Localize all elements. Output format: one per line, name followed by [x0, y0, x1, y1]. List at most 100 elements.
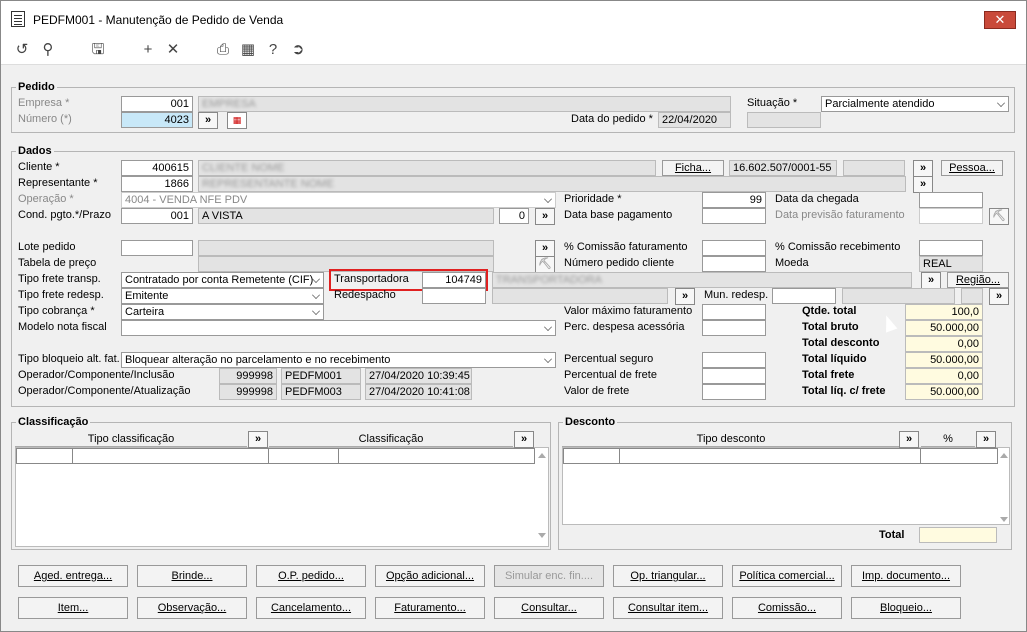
- operacao-label: Operação *: [18, 193, 74, 205]
- situacao-select[interactable]: Parcialmente atendido: [821, 96, 1009, 112]
- simular-enc-fin-button[interactable]: Simular enc. fin....: [494, 565, 604, 587]
- consultar-item-button[interactable]: Consultar item...: [613, 597, 723, 619]
- tipo-frete-select[interactable]: Contratado por conta Remetente (CIF): [121, 272, 324, 288]
- add-icon[interactable]: +: [139, 41, 157, 59]
- transportadora-more-button[interactable]: »: [921, 272, 941, 289]
- perc-seguro-field[interactable]: [702, 352, 766, 368]
- politica-comercial-button[interactable]: Política comercial...: [732, 565, 842, 587]
- redespacho-more-button[interactable]: »: [675, 288, 695, 305]
- valor-max-field[interactable]: [702, 304, 766, 320]
- exit-icon[interactable]: ➲: [289, 41, 307, 59]
- data-previsao-field[interactable]: [919, 208, 983, 224]
- item-button[interactable]: Item...: [18, 597, 128, 619]
- opcao-adicional-button[interactable]: Opção adicional...: [375, 565, 485, 587]
- cond-pgto-field[interactable]: 001: [121, 208, 193, 224]
- transportadora-name-field: TRANSPORTADORA: [492, 272, 912, 288]
- desconto-tipo-more-button[interactable]: »: [899, 431, 919, 448]
- tabela-button[interactable]: ⛏: [535, 256, 555, 273]
- faturamento-button[interactable]: Faturamento...: [375, 597, 485, 619]
- op-inclusao-dt-field: 27/04/2020 10:39:45: [365, 368, 472, 384]
- delete-icon[interactable]: ✕: [164, 41, 182, 59]
- calendar-icon[interactable]: ▦: [239, 41, 257, 59]
- regiao-button[interactable]: Região...: [947, 272, 1009, 288]
- mun-redesp-more-button[interactable]: »: [989, 288, 1009, 305]
- comissao-fat-label: % Comissão faturamento: [564, 241, 688, 253]
- cancelamento-button[interactable]: Cancelamento...: [256, 597, 366, 619]
- desconto-perc-more-button[interactable]: »: [976, 431, 996, 448]
- search-icon[interactable]: ⚲: [39, 41, 57, 59]
- transportadora-field[interactable]: 104749: [422, 272, 486, 288]
- classificacao-cell-2[interactable]: [72, 448, 269, 464]
- modelo-nf-select[interactable]: [121, 320, 556, 336]
- scroll-down-icon[interactable]: [1000, 517, 1008, 522]
- classificacao-tipo-more-button[interactable]: »: [248, 431, 268, 448]
- classificacao-cell-3[interactable]: [268, 448, 339, 464]
- valor-frete-field[interactable]: [702, 384, 766, 400]
- chevron-down-icon: [312, 291, 320, 299]
- tipo-frete-redesp-select[interactable]: Emitente: [121, 288, 324, 304]
- numero-next-button[interactable]: »: [198, 112, 218, 129]
- scroll-down-icon[interactable]: [538, 533, 546, 538]
- comissao-fat-field[interactable]: [702, 240, 766, 256]
- pessoa-button[interactable]: Pessoa...: [941, 160, 1003, 176]
- perc-desp-label: Perc. despesa acessória: [564, 321, 685, 333]
- operacao-select[interactable]: 4004 - VENDA NFE PDV: [121, 192, 556, 208]
- total-desconto-field: 0,00: [905, 336, 983, 352]
- representante-more-button[interactable]: »: [913, 176, 933, 193]
- print-icon[interactable]: ⎙: [214, 41, 232, 59]
- scroll-up-icon[interactable]: [538, 453, 546, 458]
- op-pedido-button[interactable]: O.P. pedido...: [256, 565, 366, 587]
- save-icon[interactable]: 🖫: [89, 41, 107, 59]
- tipo-cobranca-select[interactable]: Carteira: [121, 304, 324, 320]
- lote-label: Lote pedido: [18, 241, 76, 253]
- numero-field[interactable]: 4023: [121, 112, 193, 128]
- data-base-field[interactable]: [702, 208, 766, 224]
- brinde-button[interactable]: Brinde...: [137, 565, 247, 587]
- perc-frete-field[interactable]: [702, 368, 766, 384]
- close-button[interactable]: ✕: [984, 11, 1016, 29]
- empresa-field[interactable]: 001: [121, 96, 193, 112]
- help-icon[interactable]: ?: [264, 41, 282, 59]
- classificacao-cell-4[interactable]: [338, 448, 535, 464]
- perc-frete-label: Percentual de frete: [564, 369, 657, 381]
- data-previsao-button[interactable]: ⛏: [989, 208, 1009, 225]
- representante-field[interactable]: 1866: [121, 176, 193, 192]
- desconto-cell-2[interactable]: [619, 448, 921, 464]
- cliente-name-field: CLIENTE NOME: [198, 160, 656, 176]
- imp-documento-button[interactable]: Imp. documento...: [851, 565, 961, 587]
- data-pedido-field[interactable]: 22/04/2020: [658, 112, 731, 128]
- desconto-cell-1[interactable]: [563, 448, 620, 464]
- cond-pgto-more-button[interactable]: »: [535, 208, 555, 225]
- prazo-field[interactable]: 0: [499, 208, 529, 224]
- cliente-field[interactable]: 400615: [121, 160, 193, 176]
- scroll-up-icon[interactable]: [1000, 453, 1008, 458]
- desconto-cell-3[interactable]: [920, 448, 998, 464]
- observacao-button[interactable]: Observação...: [137, 597, 247, 619]
- prioridade-field[interactable]: 99: [702, 192, 766, 208]
- mun-redesp-field[interactable]: [772, 288, 836, 304]
- op-triangular-button[interactable]: Op. triangular...: [613, 565, 723, 587]
- lote-more-button[interactable]: »: [535, 240, 555, 257]
- bloqueio-button[interactable]: Bloqueio...: [851, 597, 961, 619]
- classificacao-col-tipo: Tipo classificação: [15, 432, 247, 447]
- data-chegada-field[interactable]: [919, 192, 983, 208]
- ficha-button[interactable]: Ficha...: [662, 160, 724, 176]
- redespacho-field[interactable]: [422, 288, 486, 304]
- consultar-button[interactable]: Consultar...: [494, 597, 604, 619]
- classificacao-more-button[interactable]: »: [514, 431, 534, 448]
- lote-field[interactable]: [121, 240, 193, 256]
- comissao-rec-field[interactable]: [919, 240, 983, 256]
- undo-icon[interactable]: ↺: [13, 41, 31, 59]
- classificacao-cell-1[interactable]: [16, 448, 73, 464]
- calendar-icon[interactable]: ▦: [227, 112, 247, 129]
- cliente-more-button[interactable]: »: [913, 160, 933, 177]
- num-pedido-cliente-field[interactable]: [702, 256, 766, 272]
- comissao-button[interactable]: Comissão...: [732, 597, 842, 619]
- aged-entrega-button[interactable]: Aged. entrega...: [18, 565, 128, 587]
- perc-desp-field[interactable]: [702, 320, 766, 336]
- chevron-down-icon: [544, 355, 552, 363]
- chevron-down-icon: [997, 99, 1005, 107]
- op-atual-label: Operador/Componente/Atualização: [18, 385, 191, 397]
- tipo-bloqueio-select[interactable]: Bloquear alteração no parcelamento e no …: [121, 352, 556, 368]
- cnpj-field: 16.602.507/0001-55: [729, 160, 837, 176]
